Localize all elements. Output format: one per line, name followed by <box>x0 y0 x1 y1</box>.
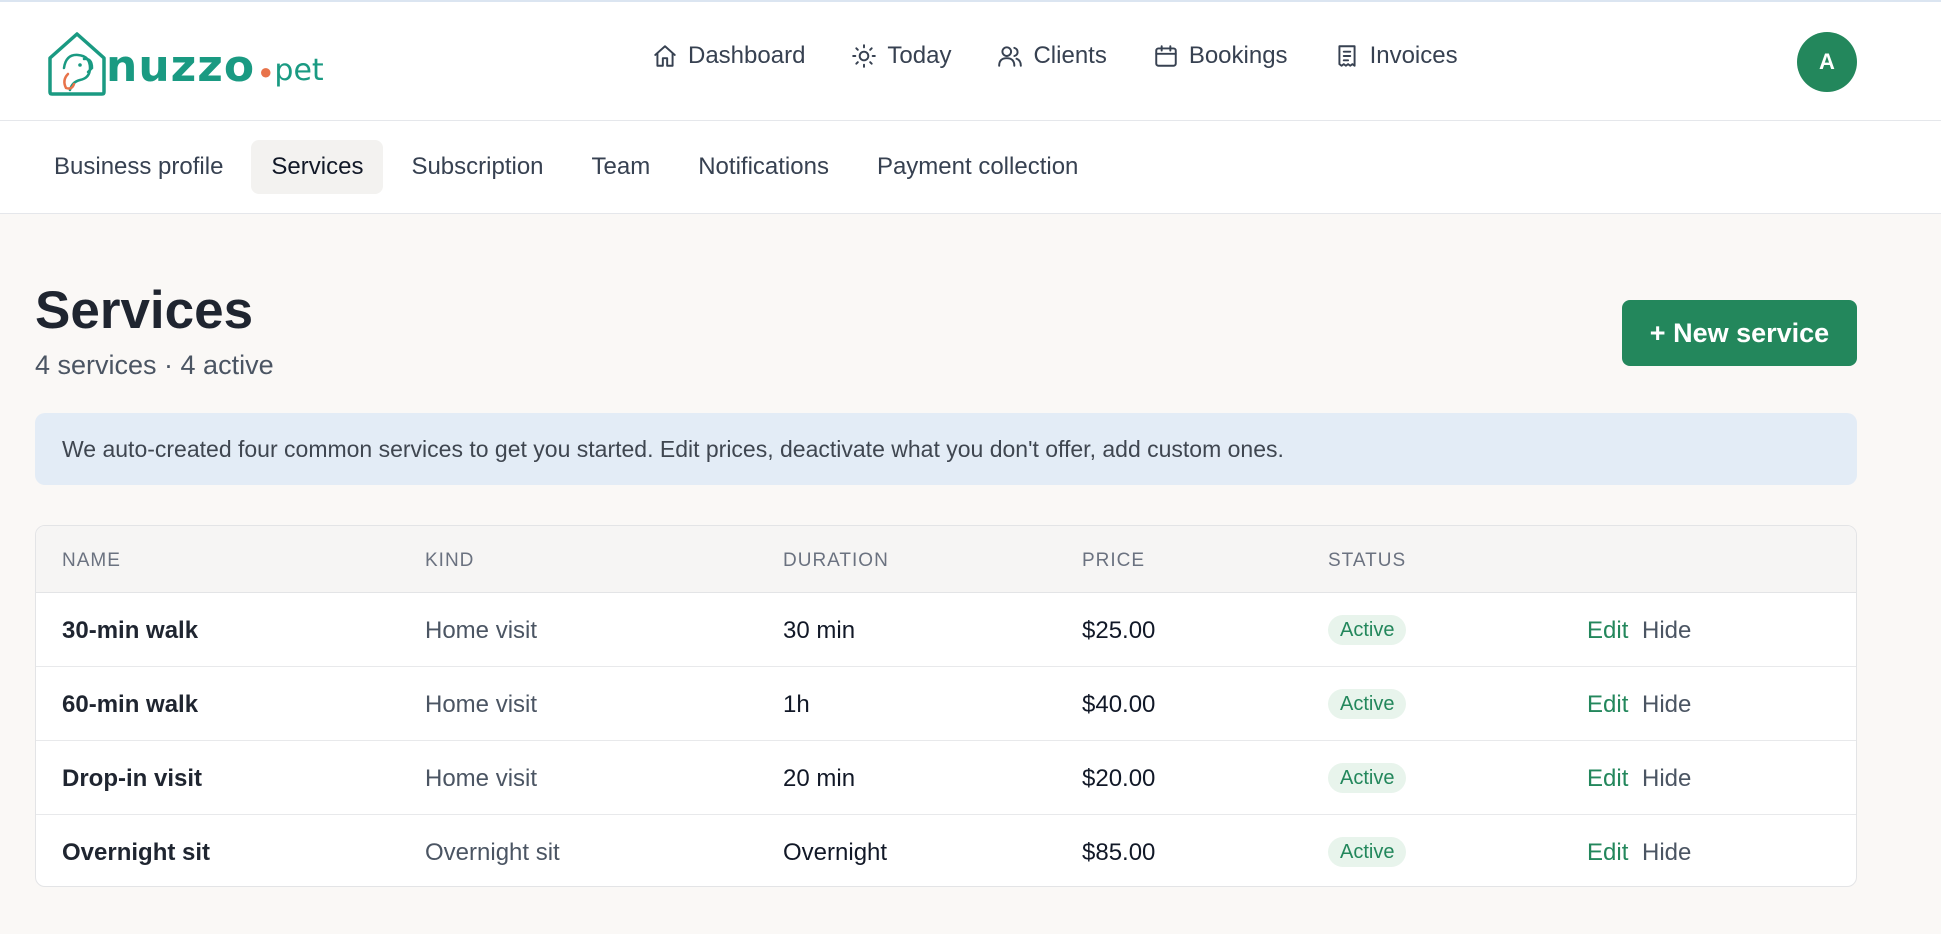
services-table: NAME KIND DURATION PRICE STATUS 30-min w… <box>35 525 1857 887</box>
nav-dashboard[interactable]: Dashboard <box>652 42 805 70</box>
service-name: Drop-in visit <box>62 765 203 792</box>
service-name: Overnight sit <box>62 839 211 866</box>
info-banner: We auto-created four common services to … <box>35 413 1857 485</box>
nav-label: Dashboard <box>688 42 806 69</box>
service-price: $20.00 <box>1082 765 1156 792</box>
edit-link[interactable]: Edit <box>1587 765 1628 793</box>
service-price: $25.00 <box>1082 617 1156 644</box>
calendar-icon <box>1155 45 1177 67</box>
nav-clients[interactable]: Clients <box>997 42 1107 70</box>
service-price: $85.00 <box>1082 839 1156 866</box>
page-title: Services <box>35 281 254 340</box>
hide-link[interactable]: Hide <box>1642 691 1691 719</box>
edit-link[interactable]: Edit <box>1587 691 1628 719</box>
service-duration: 20 min <box>783 765 856 792</box>
receipt-icon <box>1338 45 1356 67</box>
service-price: $40.00 <box>1082 691 1156 718</box>
service-name: 30-min walk <box>62 617 199 644</box>
tab-subscription[interactable]: Subscription <box>391 140 563 194</box>
service-kind: Home visit <box>425 617 538 644</box>
nav-label: Today <box>887 42 952 69</box>
top-navbar: nuzzo ● pet Dashboard Today Clients Book… <box>0 0 1941 121</box>
sun-icon <box>852 44 877 68</box>
nuzzo-logo[interactable]: nuzzo ● pet <box>44 28 324 98</box>
house-dog-logo-icon <box>48 32 106 96</box>
table-row: Overnight sit Overnight sit Overnight $8… <box>36 815 1856 886</box>
table-row: Drop-in visit Home visit 20 min $20.00 A… <box>36 741 1856 815</box>
status-badge: Active <box>1328 615 1407 645</box>
hide-link[interactable]: Hide <box>1642 617 1691 645</box>
status-badge: Active <box>1328 837 1407 867</box>
nav-label: Clients <box>1033 42 1107 69</box>
hide-link[interactable]: Hide <box>1642 839 1691 867</box>
nav-today[interactable]: Today <box>851 42 951 70</box>
logo-wordmark: nuzzo <box>106 40 256 92</box>
service-duration: 30 min <box>783 617 856 644</box>
edit-link[interactable]: Edit <box>1587 839 1628 867</box>
tab-business-profile[interactable]: Business profile <box>34 140 243 194</box>
column-header-price: PRICE <box>1082 550 1146 571</box>
nav-label: Invoices <box>1369 42 1458 69</box>
service-duration: Overnight <box>783 839 888 866</box>
tab-team[interactable]: Team <box>572 140 671 194</box>
column-header-duration: DURATION <box>783 550 889 571</box>
service-kind: Home visit <box>425 691 538 718</box>
service-duration: 1h <box>783 691 810 718</box>
users-icon <box>998 46 1023 67</box>
nav-bookings[interactable]: Bookings <box>1153 42 1288 70</box>
status-badge: Active <box>1328 763 1407 793</box>
table-row: 30-min walk Home visit 30 min $25.00 Act… <box>36 593 1856 667</box>
settings-tabs: Business profile Services Subscription T… <box>0 121 1941 214</box>
tab-notifications[interactable]: Notifications <box>678 140 849 194</box>
table-row: 60-min walk Home visit 1h $40.00 Active … <box>36 667 1856 741</box>
hide-link[interactable]: Hide <box>1642 765 1691 793</box>
tab-payment-collection[interactable]: Payment collection <box>857 140 1098 194</box>
new-service-button[interactable]: + New service <box>1622 300 1857 366</box>
table-header: NAME KIND DURATION PRICE STATUS <box>36 526 1856 593</box>
status-badge: Active <box>1328 689 1407 719</box>
nav-label: Bookings <box>1188 42 1288 69</box>
nav-invoices[interactable]: Invoices <box>1334 42 1458 70</box>
page-subtitle: 4 services · 4 active <box>35 350 274 380</box>
main-nav: Dashboard Today Clients Bookings Invoice… <box>652 42 1458 70</box>
column-header-name: NAME <box>62 550 121 571</box>
service-kind: Home visit <box>425 765 538 792</box>
logo-suffix: pet <box>274 52 324 88</box>
paw-icon: ● <box>259 59 273 84</box>
user-avatar[interactable]: A <box>1797 32 1857 92</box>
column-header-status: STATUS <box>1328 550 1407 571</box>
tab-services[interactable]: Services <box>251 140 384 194</box>
column-header-kind: KIND <box>425 550 475 571</box>
service-name: 60-min walk <box>62 691 199 718</box>
service-kind: Overnight sit <box>425 839 560 866</box>
edit-link[interactable]: Edit <box>1587 617 1628 645</box>
home-icon <box>654 45 676 67</box>
